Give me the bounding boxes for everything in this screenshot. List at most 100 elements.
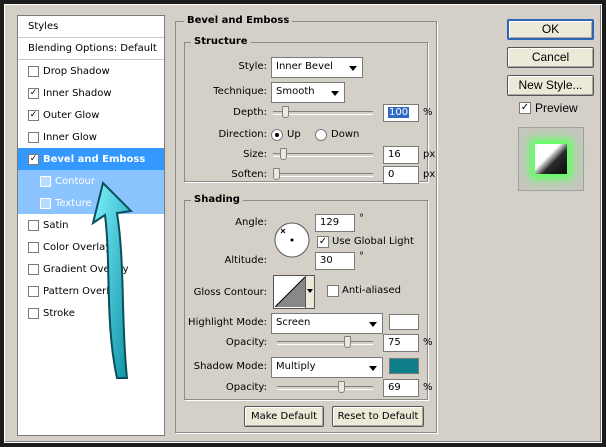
stroke-checkbox[interactable] xyxy=(28,307,39,319)
technique-label: Technique: xyxy=(213,86,267,97)
use-global-light-checkbox[interactable]: ✓ xyxy=(317,236,329,248)
angle-input[interactable]: 129 xyxy=(315,214,355,232)
cancel-button[interactable]: Cancel xyxy=(507,47,594,68)
highlight-color-swatch[interactable] xyxy=(389,314,419,330)
style-item-outer-glow[interactable]: ✓ Outer Glow xyxy=(18,104,164,126)
depth-value: 100 xyxy=(388,107,410,118)
direction-down-label: Down xyxy=(331,129,360,140)
layer-style-dialog: Styles Blending Options: Default Drop Sh… xyxy=(4,4,602,443)
angle-unit: ° xyxy=(359,213,364,224)
style-label: Style: xyxy=(238,61,268,72)
shadow-opacity-value: 69 xyxy=(388,382,401,393)
altitude-unit: ° xyxy=(359,251,364,262)
size-slider-thumb[interactable] xyxy=(280,148,287,160)
blending-options-label: Blending Options: Default xyxy=(28,43,157,54)
gloss-contour-dropdown[interactable] xyxy=(305,276,314,308)
depth-unit: % xyxy=(423,107,433,118)
style-select-value: Inner Bevel xyxy=(276,61,333,72)
style-item-drop-shadow[interactable]: Drop Shadow xyxy=(18,60,164,82)
bevel-and-emboss-checkbox[interactable]: ✓ xyxy=(28,153,39,165)
pattern-overlay-checkbox[interactable] xyxy=(28,285,39,297)
chevron-down-icon xyxy=(307,289,313,293)
reset-to-default-button[interactable]: Reset to Default xyxy=(332,406,424,427)
shadow-opacity-unit: % xyxy=(423,382,433,393)
gloss-contour-picker[interactable] xyxy=(273,275,315,309)
technique-select[interactable]: Smooth xyxy=(271,82,345,103)
size-label: Size: xyxy=(243,149,267,160)
size-slider-track[interactable] xyxy=(273,148,373,160)
altitude-input[interactable]: 30 xyxy=(315,252,355,270)
new-style-button[interactable]: New Style... xyxy=(507,75,594,96)
size-value: 16 xyxy=(388,149,401,160)
chevron-down-icon xyxy=(349,66,357,71)
style-preview xyxy=(518,127,584,191)
inner-glow-checkbox[interactable] xyxy=(28,131,39,143)
highlight-opacity-input[interactable]: 75 xyxy=(383,334,419,352)
size-input[interactable]: 16 xyxy=(383,146,419,164)
highlight-opacity-value: 75 xyxy=(388,337,401,348)
soften-label: Soften: xyxy=(231,169,267,180)
highlight-mode-label: Highlight Mode: xyxy=(188,317,267,328)
inner-shadow-checkbox[interactable]: ✓ xyxy=(28,87,39,99)
size-unit: px xyxy=(423,149,436,160)
direction-label: Direction: xyxy=(218,129,267,140)
style-item-label: Satin xyxy=(43,219,69,231)
make-default-button[interactable]: Make Default xyxy=(244,406,324,427)
satin-checkbox[interactable] xyxy=(28,219,39,231)
annotation-arrow-icon xyxy=(91,181,134,379)
depth-slider-thumb[interactable] xyxy=(282,106,289,118)
highlight-opacity-slider-track[interactable] xyxy=(277,336,373,348)
shadow-mode-select[interactable]: Multiply xyxy=(271,357,383,378)
soften-unit: px xyxy=(423,169,436,180)
style-item-label: Stroke xyxy=(43,307,75,319)
shadow-color-swatch[interactable] xyxy=(389,358,419,374)
texture-checkbox[interactable] xyxy=(40,197,51,209)
shadow-opacity-slider-thumb[interactable] xyxy=(338,381,345,393)
shadow-opacity-input[interactable]: 69 xyxy=(383,379,419,397)
structure-title: Structure xyxy=(191,36,251,47)
depth-input[interactable]: 100 xyxy=(383,104,419,122)
ok-button[interactable]: OK xyxy=(507,19,594,40)
color-overlay-checkbox[interactable] xyxy=(28,241,39,253)
gradient-overlay-checkbox[interactable] xyxy=(28,263,39,275)
style-item-label: Inner Shadow xyxy=(43,87,112,99)
style-item-bevel-and-emboss[interactable]: ✓ Bevel and Emboss xyxy=(18,148,164,170)
style-item-label: Bevel and Emboss xyxy=(43,153,146,165)
drop-shadow-checkbox[interactable] xyxy=(28,65,39,77)
soften-slider-track[interactable] xyxy=(273,168,373,180)
direction-up-label: Up xyxy=(287,129,301,140)
shadow-mode-value: Multiply xyxy=(276,361,316,372)
shadow-opacity-label: Opacity: xyxy=(225,382,267,393)
bevel-and-emboss-title: Bevel and Emboss xyxy=(184,15,293,26)
style-item-inner-glow[interactable]: Inner Glow xyxy=(18,126,164,148)
highlight-mode-value: Screen xyxy=(276,317,311,328)
gloss-contour-label: Gloss Contour: xyxy=(193,287,267,298)
bevel-and-emboss-panel: Bevel and Emboss Structure Style: Inner … xyxy=(175,15,437,433)
altitude-label: Altitude: xyxy=(224,255,267,266)
blending-options-item[interactable]: Blending Options: Default xyxy=(18,38,164,60)
style-item-label: Inner Glow xyxy=(43,131,97,143)
shadow-opacity-slider-track[interactable] xyxy=(277,381,373,393)
style-item-inner-shadow[interactable]: ✓ Inner Shadow xyxy=(18,82,164,104)
soften-slider-thumb[interactable] xyxy=(273,168,280,180)
shadow-mode-label: Shadow Mode: xyxy=(193,361,267,372)
contour-checkbox[interactable] xyxy=(40,175,51,187)
chevron-down-icon xyxy=(369,322,377,327)
depth-slider-track[interactable] xyxy=(273,106,373,118)
style-select[interactable]: Inner Bevel xyxy=(271,57,363,78)
anti-aliased-label: Anti-aliased xyxy=(342,285,402,296)
soften-input[interactable]: 0 xyxy=(383,166,419,184)
styles-header-label: Styles xyxy=(28,21,59,32)
direction-up-radio[interactable] xyxy=(271,129,283,141)
chevron-down-icon xyxy=(331,91,339,96)
anti-aliased-checkbox[interactable] xyxy=(327,285,339,297)
angle-label: Angle: xyxy=(235,217,267,228)
preview-checkbox[interactable]: ✓ xyxy=(519,102,531,114)
shading-title: Shading xyxy=(191,194,243,205)
styles-header[interactable]: Styles xyxy=(18,16,164,38)
direction-down-radio[interactable] xyxy=(315,129,327,141)
angle-dial-icon[interactable] xyxy=(273,221,311,259)
highlight-mode-select[interactable]: Screen xyxy=(271,313,383,334)
outer-glow-checkbox[interactable]: ✓ xyxy=(28,109,39,121)
highlight-opacity-slider-thumb[interactable] xyxy=(344,336,351,348)
